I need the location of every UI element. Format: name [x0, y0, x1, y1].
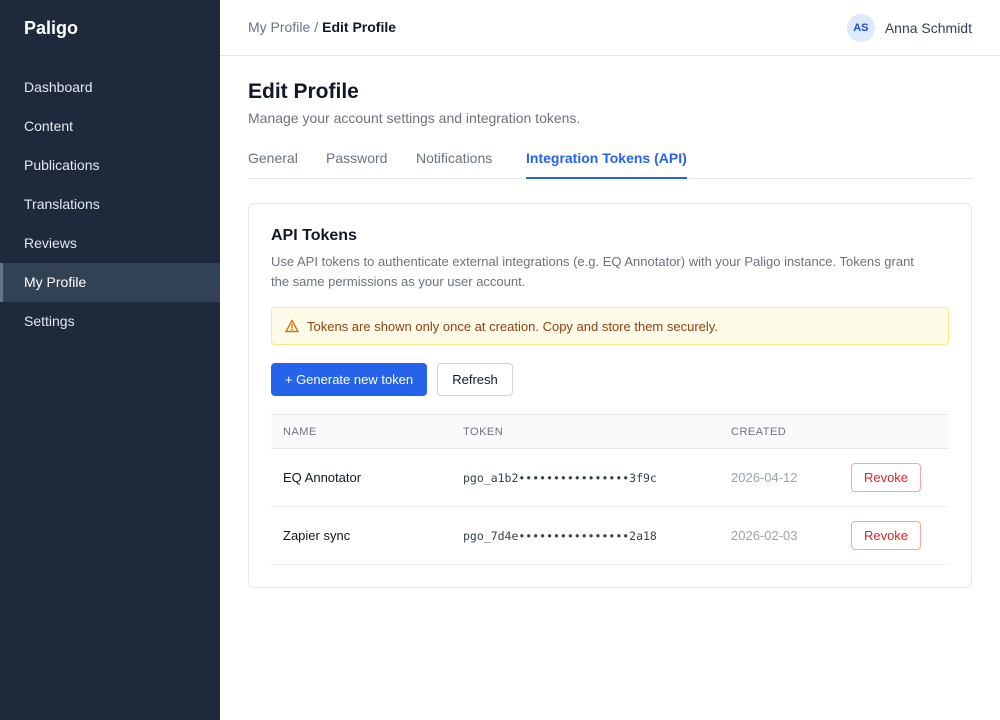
- breadcrumb: My Profile / Edit Profile: [248, 19, 396, 35]
- column-header-token: TOKEN: [463, 426, 504, 438]
- revoke-button[interactable]: Revoke: [851, 521, 921, 550]
- token-value: pgo_a1b2••••••••••••••••3f9c: [463, 471, 657, 485]
- table-row: EQ Annotator pgo_a1b2••••••••••••••••3f9…: [271, 449, 949, 507]
- alert-text: Tokens are shown only once at creation. …: [307, 318, 718, 334]
- token-created: 2026-02-03: [731, 528, 798, 543]
- sidebar-item-dashboard[interactable]: Dashboard: [0, 68, 220, 107]
- card-description: Use API tokens to authenticate external …: [271, 254, 914, 289]
- page-title: Edit Profile: [248, 80, 359, 103]
- sidebar-item-content[interactable]: Content: [0, 107, 220, 146]
- warning-alert: Tokens are shown only once at creation. …: [271, 307, 949, 345]
- page-content: Edit Profile Manage your account setting…: [248, 80, 972, 588]
- tab-password[interactable]: Password: [326, 150, 387, 179]
- card-title: API Tokens: [271, 227, 357, 244]
- breadcrumb-parent[interactable]: My Profile: [248, 19, 310, 35]
- token-name: Zapier sync: [283, 528, 351, 543]
- sidebar-item-publications[interactable]: Publications: [0, 146, 220, 185]
- sidebar-item-reviews[interactable]: Reviews: [0, 224, 220, 263]
- api-tokens-card: API Tokens Use API tokens to authenticat…: [248, 203, 972, 588]
- tokens-table: NAME TOKEN CREATED EQ Annotator pgo_a1b2…: [271, 414, 949, 565]
- brand-logo[interactable]: Paligo: [24, 18, 78, 39]
- sidebar-item-settings[interactable]: Settings: [0, 302, 220, 341]
- token-value: pgo_7d4e••••••••••••••••2a18: [463, 529, 657, 543]
- table-header: NAME TOKEN CREATED: [271, 414, 949, 449]
- user-menu[interactable]: AS Anna Schmidt: [846, 14, 972, 42]
- profile-tabs: General Password Notifications Integrati…: [248, 150, 972, 179]
- refresh-button[interactable]: Refresh: [437, 363, 513, 396]
- page-subtitle: Manage your account settings and integra…: [248, 110, 581, 126]
- token-created: 2026-04-12: [731, 470, 798, 485]
- table-row: Zapier sync pgo_7d4e••••••••••••••••2a18…: [271, 507, 949, 565]
- breadcrumb-separator: /: [314, 19, 319, 35]
- sidebar: Paligo Dashboard Content Publications Tr…: [0, 0, 220, 720]
- column-header-name: NAME: [283, 426, 317, 438]
- sidebar-nav: Dashboard Content Publications Translati…: [0, 68, 220, 341]
- breadcrumb-current: Edit Profile: [322, 19, 397, 35]
- user-name[interactable]: Anna Schmidt: [885, 20, 972, 36]
- revoke-button[interactable]: Revoke: [851, 463, 921, 492]
- tab-notifications[interactable]: Notifications: [416, 150, 492, 179]
- column-header-created: CREATED: [731, 426, 787, 438]
- tab-general[interactable]: General: [248, 150, 298, 179]
- tab-integration-tokens[interactable]: Integration Tokens (API): [526, 150, 687, 179]
- topbar: My Profile / Edit Profile AS Anna Schmidt: [220, 0, 1000, 56]
- avatar[interactable]: AS: [846, 14, 875, 42]
- main-area: My Profile / Edit Profile AS Anna Schmidt …: [220, 0, 1000, 720]
- sidebar-item-translations[interactable]: Translations: [0, 185, 220, 224]
- sidebar-item-my-profile[interactable]: My Profile: [0, 263, 220, 302]
- generate-token-button[interactable]: + Generate new token: [271, 363, 427, 396]
- token-name: EQ Annotator: [283, 470, 362, 485]
- warning-icon: [285, 319, 299, 333]
